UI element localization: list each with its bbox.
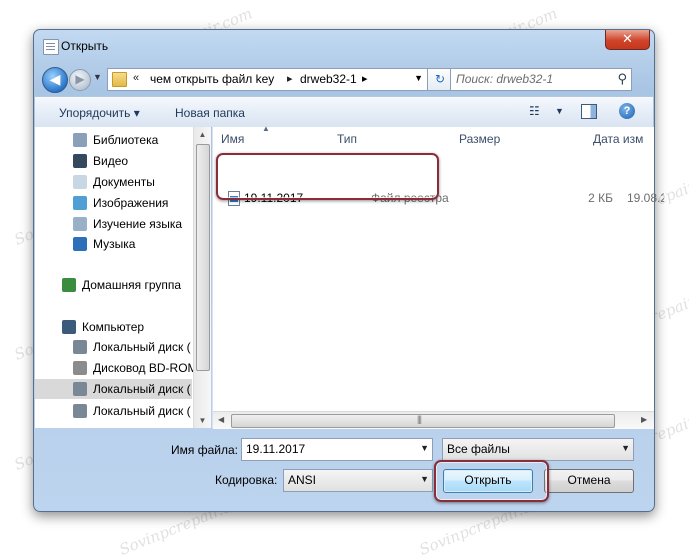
preview-pane-icon[interactable] [581,104,597,119]
address-bar[interactable]: « чем открыть файл key ▸ drweb32-1 ▸ ▼ [107,68,429,91]
chevron-down-icon[interactable]: ▼ [555,106,564,116]
file-size: 2 КБ [588,191,613,205]
forward-button[interactable]: ▶ [69,69,91,91]
arrow-left-icon: ◀ [49,71,61,87]
search-icon: ⚲ [617,71,627,86]
breadcrumb-overflow[interactable]: « [133,72,139,84]
nav-item-label: Домашняя группа [82,278,182,292]
dialog-icon [43,39,59,55]
nav-item[interactable]: Документы [35,172,195,192]
nav-item[interactable]: Локальный диск ( [35,401,195,421]
new-folder-button[interactable]: Новая папка [175,106,245,120]
help-icon[interactable]: ? [619,103,635,119]
filename-combobox[interactable]: 19.11.2017 ▼ [241,438,433,461]
music-icon [73,237,87,251]
nav-item[interactable]: Изображения [35,193,195,213]
scroll-right-icon[interactable]: ▶ [641,415,647,424]
file-date: 19.08.201 [627,191,664,205]
documents-icon [73,175,87,189]
close-icon: ✕ [622,31,633,46]
nav-item[interactable]: Библиотека [35,130,195,150]
scroll-up-icon[interactable]: ▲ [194,130,211,139]
scroll-down-icon[interactable]: ▼ [194,416,211,425]
dialog-title: Открыть [61,39,109,53]
chevron-down-icon: ▼ [420,443,429,453]
highlight-frame [434,460,549,502]
chevron-down-icon: ▼ [420,474,429,484]
highlight-frame [216,153,439,200]
nav-item-label: Дисковод BD-ROM [93,361,198,375]
refresh-icon: ↻ [434,72,446,86]
recent-pages-dropdown[interactable]: ▼ [93,72,102,82]
navigation-pane: Библиотека Видео Документы Изображения Изуче… [35,127,211,428]
nav-scrollbar[interactable]: ▲ ▼ [193,127,211,428]
nav-item[interactable]: Компьютер [35,317,195,337]
encoding-label: Кодировка: [215,473,278,487]
command-bar: Упорядочить ▾ Новая папка ☷ ▼ ? [35,96,653,128]
chevron-down-icon[interactable]: ▼ [414,73,423,83]
breadcrumb-item[interactable]: drweb32-1 [300,72,357,86]
column-header-name[interactable]: Имя ▲ [213,124,330,151]
search-placeholder: Поиск: drweb32-1 [456,72,554,86]
nav-item-label: Изучение языка [93,217,183,231]
video-icon [73,154,87,168]
drive-icon [73,382,87,396]
nav-item[interactable]: Локальный диск ( [35,337,195,357]
breadcrumb-separator-icon[interactable]: ▸ [287,72,293,85]
close-button[interactable]: ✕ [605,30,650,50]
file-type-filter[interactable]: Все файлы ▼ [442,438,634,461]
computer-icon [62,320,76,334]
scrollbar-thumb[interactable] [196,144,210,371]
breadcrumb-item[interactable]: чем открыть файл key [150,72,274,86]
nav-item-label: Документы [93,175,155,189]
homegroup-icon [62,278,76,292]
nav-item-label: Библиотека [93,133,159,147]
open-file-dialog: Открыть ✕ ◀ ▶ ▼ « чем открыть файл key ▸… [33,29,664,512]
nav-item[interactable]: Дисковод BD-ROM [35,358,198,378]
arrow-right-icon: ▶ [75,72,85,86]
scroll-left-icon[interactable]: ◀ [218,415,224,424]
organize-menu[interactable]: Упорядочить ▾ [59,106,140,120]
nav-item[interactable]: Музыка [35,234,195,254]
nav-item[interactable]: Изучение языка [35,214,195,234]
column-header-date[interactable]: Дата изм [585,127,654,151]
nav-item-label: Локальный диск ( [93,340,191,354]
cancel-button[interactable]: Отмена [544,469,634,493]
column-header-size[interactable]: Размер [451,127,586,151]
breadcrumb-separator-icon[interactable]: ▸ [362,72,368,85]
grip-icon: ||| [417,414,422,424]
nav-item[interactable]: Видео [35,151,195,171]
nav-item-label: Компьютер [82,320,145,334]
search-input[interactable]: Поиск: drweb32-1 ⚲ [450,68,632,91]
nav-item-label: Локальный диск ( [93,404,191,418]
drive-icon [73,404,87,418]
library-icon [73,133,87,147]
chevron-down-icon: ▼ [93,72,102,82]
back-button[interactable]: ◀ [42,67,68,93]
column-header-type[interactable]: Тип [329,127,452,151]
chevron-down-icon: ▼ [621,443,630,453]
library-icon [73,217,87,231]
sort-ascending-icon: ▲ [262,124,270,133]
encoding-select[interactable]: ANSI ▼ [283,469,433,492]
optical-drive-icon [73,361,87,375]
filter-value: Все файлы [447,442,510,456]
encoding-value: ANSI [288,473,317,487]
filename-value: 19.11.2017 [246,442,306,456]
nav-item-label: Локальный диск ( [93,382,191,396]
nav-item-label: Музыка [93,237,136,251]
drive-icon [73,340,87,354]
nav-item-label: Видео [93,154,129,168]
nav-item-label: Изображения [93,196,169,210]
filename-label: Имя файла: [171,443,238,457]
nav-item[interactable]: Домашняя группа [35,275,195,295]
scrollbar-thumb[interactable]: ||| [231,414,615,428]
view-options-icon[interactable]: ☷ [529,104,540,118]
file-list-hscrollbar[interactable]: ◀ ||| ▶ [213,411,654,429]
folder-icon [112,72,127,87]
nav-item[interactable]: Локальный диск ( [35,379,192,399]
pictures-icon [73,196,87,210]
